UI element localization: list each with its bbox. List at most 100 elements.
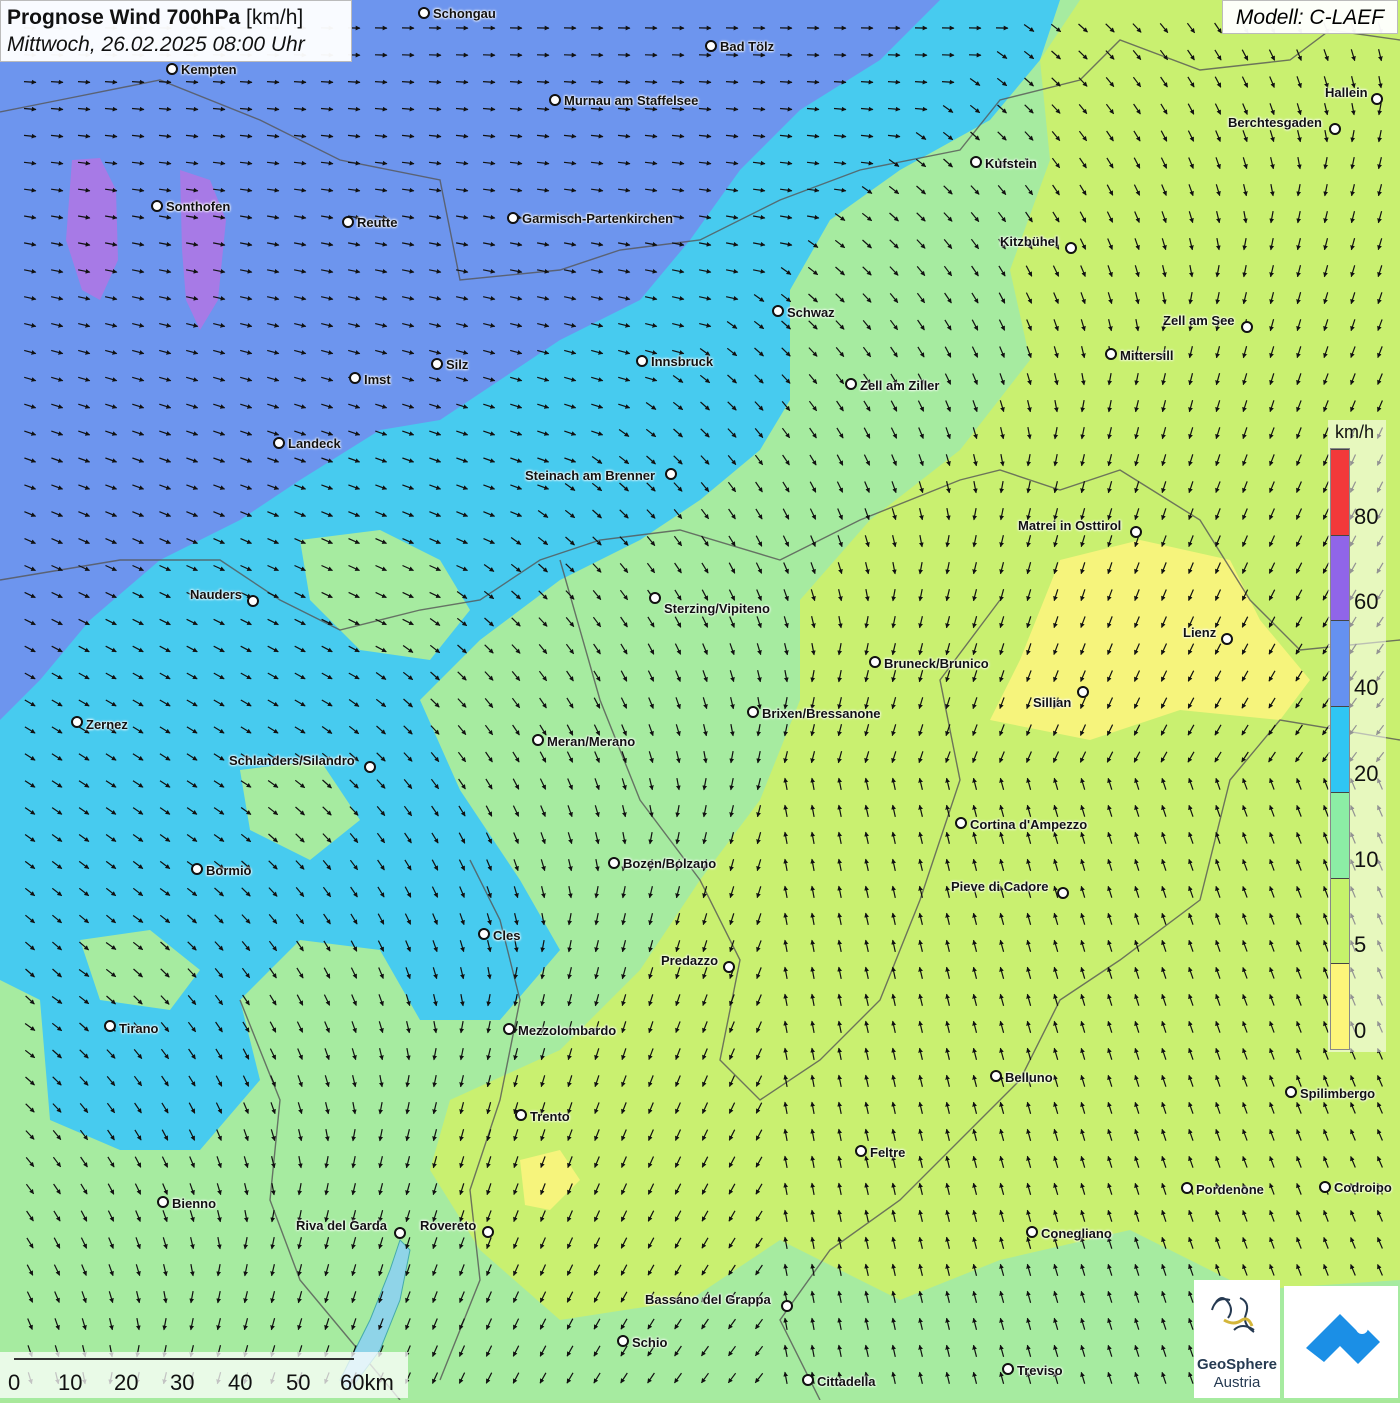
wind-arrow — [645, 82, 657, 83]
city-label: Mittersill — [1120, 348, 1173, 363]
city-label: Berchtesgaden — [1228, 115, 1322, 130]
city-label: Schlanders/Silandro — [229, 753, 355, 768]
city-label: Cortina d'Ampezzo — [970, 817, 1087, 832]
color-legend: km/h 051020406080 — [1328, 420, 1386, 1052]
city-marker — [1329, 123, 1341, 135]
city-marker — [747, 706, 759, 718]
city-label: Mezzolombardo — [518, 1023, 616, 1038]
wind-arrow — [591, 82, 603, 83]
city-marker — [1057, 887, 1069, 899]
city-marker — [431, 358, 443, 370]
city-marker — [503, 1023, 515, 1035]
wind-arrow — [213, 82, 225, 83]
wind-arrow — [942, 82, 954, 83]
mountain-cloud-icon — [1284, 1286, 1398, 1398]
city-marker — [418, 7, 430, 19]
wind-arrow — [240, 82, 252, 83]
wind-arrow — [861, 82, 873, 83]
city-label: Bienno — [172, 1196, 216, 1211]
wind-arrow — [537, 82, 549, 83]
legend-segment — [1331, 706, 1349, 792]
city-marker — [869, 656, 881, 668]
city-marker — [104, 1020, 116, 1032]
scale-label: 0 — [8, 1370, 20, 1396]
city-label: Zell am See — [1163, 313, 1235, 328]
scale-label: 20 — [114, 1370, 138, 1396]
model-label: Modell: C-LAEF — [1222, 0, 1398, 34]
wind-arrow — [726, 82, 738, 83]
city-label: Spilimbergo — [1300, 1086, 1375, 1101]
wind-arrow — [321, 82, 333, 83]
map-subtitle: Mittwoch, 26.02.2025 08:00 Uhr — [7, 32, 345, 58]
city-label: Murnau am Staffelsee — [564, 93, 698, 108]
wind-arrow — [456, 82, 468, 83]
legend-unit: km/h — [1335, 422, 1374, 443]
legend-bar — [1330, 448, 1350, 1050]
legend-tick-label: 40 — [1354, 675, 1378, 701]
city-marker — [1026, 1226, 1038, 1238]
city-label: Schongau — [433, 6, 496, 21]
wind-arrow — [375, 82, 387, 83]
city-marker — [1319, 1181, 1331, 1193]
city-label: Silz — [446, 357, 468, 372]
city-marker — [955, 817, 967, 829]
wind-arrow — [267, 82, 279, 83]
city-label: Brixen/Bressanone — [762, 706, 881, 721]
scale-label: 30 — [170, 1370, 194, 1396]
city-marker — [1105, 348, 1117, 360]
city-label: Codroipo — [1334, 1180, 1392, 1195]
city-label: Trento — [530, 1109, 570, 1124]
city-label: Schio — [632, 1335, 667, 1350]
city-marker — [608, 857, 620, 869]
wind-arrow — [51, 82, 63, 83]
city-label: Kitzbühel — [1000, 234, 1059, 249]
city-label: Landeck — [288, 436, 341, 451]
city-label: Predazzo — [661, 953, 718, 968]
wind-arrow — [186, 82, 198, 83]
city-label: Bozen/Bolzano — [623, 856, 716, 871]
scale-line — [14, 1358, 354, 1360]
city-marker — [617, 1335, 629, 1347]
geosphere-logo-text: GeoSphere — [1194, 1356, 1280, 1373]
city-label: Conegliano — [1041, 1226, 1112, 1241]
city-marker — [482, 1226, 494, 1238]
wind-arrow — [753, 82, 765, 83]
city-marker — [349, 372, 361, 384]
city-label: Pieve di Cadore — [951, 879, 1049, 894]
city-marker — [1181, 1182, 1193, 1194]
city-marker — [649, 592, 661, 604]
weather-app-logo — [1284, 1286, 1398, 1398]
scale-label: 60km — [340, 1370, 394, 1396]
wind-arrow — [564, 82, 576, 83]
city-marker — [705, 40, 717, 52]
wind-arrow — [105, 82, 117, 83]
scale-label: 40 — [228, 1370, 252, 1396]
legend-tick-label: 10 — [1354, 847, 1378, 873]
wind-arrow — [348, 82, 360, 83]
title-box: Prognose Wind 700hPa [km/h] Mittwoch, 26… — [0, 0, 352, 62]
city-marker — [1221, 633, 1233, 645]
city-label: Bassano del Grappa — [645, 1292, 771, 1307]
wind-arrow — [888, 82, 900, 83]
city-label: Belluno — [1005, 1070, 1053, 1085]
city-label: Reutte — [357, 215, 397, 230]
city-marker — [970, 156, 982, 168]
legend-tick-label: 5 — [1354, 932, 1366, 958]
legend-tick-label: 0 — [1354, 1018, 1366, 1044]
city-label: Sillian — [1033, 695, 1071, 710]
wind-arrow — [834, 82, 846, 83]
city-marker — [772, 305, 784, 317]
geosphere-logo-subtext: Austria — [1194, 1374, 1280, 1391]
city-label: Kempten — [181, 62, 237, 77]
wind-arrow — [483, 82, 495, 83]
city-label: Zernez — [86, 717, 128, 732]
city-marker — [151, 200, 163, 212]
city-marker — [166, 63, 178, 75]
city-label: Nauders — [190, 587, 242, 602]
legend-segment — [1331, 535, 1349, 621]
city-marker — [990, 1070, 1002, 1082]
city-marker — [515, 1109, 527, 1121]
city-marker — [273, 437, 285, 449]
geosphere-logo: GeoSphere Austria — [1194, 1280, 1280, 1398]
city-label: Matrei in Osttirol — [1018, 518, 1121, 533]
